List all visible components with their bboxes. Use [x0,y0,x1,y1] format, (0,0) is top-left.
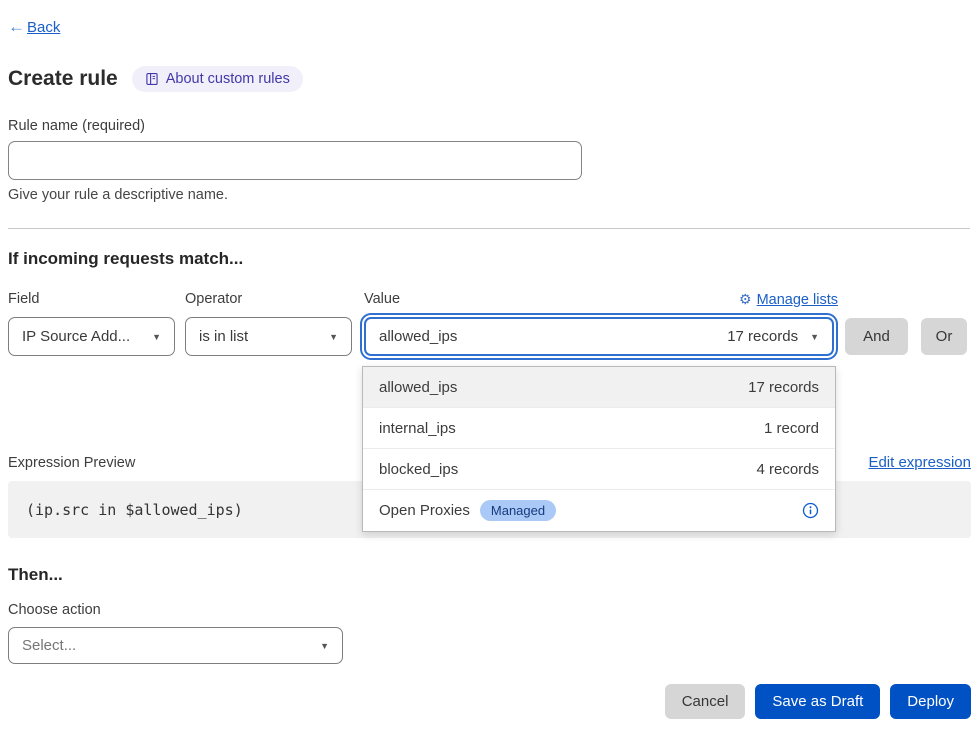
expression-preview-label: Expression Preview [8,455,135,471]
value-select[interactable]: allowed_ips 17 records ▼ [364,317,834,356]
list-item-record-count: 1 record [764,420,819,437]
operator-select-value: is in list [199,328,248,345]
list-item-name: allowed_ips [379,379,457,396]
chevron-down-icon: ▼ [329,332,338,342]
deploy-button[interactable]: Deploy [890,684,971,719]
title-row: Create rule About custom rules [8,66,303,92]
list-item-open-proxies[interactable]: Open Proxies Managed [363,490,835,531]
list-item-record-count: 17 records [748,379,819,396]
section-divider [8,228,970,229]
value-label: Value [364,291,400,307]
then-section-heading: Then... [8,565,63,585]
cancel-button[interactable]: Cancel [665,684,746,719]
rule-name-input[interactable] [8,141,582,180]
action-select[interactable]: Select... ▼ [8,627,343,664]
value-select-records-count: 17 records [727,328,798,345]
list-item-record-count: 4 records [756,461,819,478]
list-item-allowed-ips[interactable]: allowed_ips 17 records [363,367,835,408]
list-item-name: blocked_ips [379,461,458,478]
list-item-name: Open Proxies [379,502,470,519]
field-select-value: IP Source Add... [22,328,130,345]
chevron-down-icon: ▼ [320,641,329,651]
field-select[interactable]: IP Source Add... ▼ [8,317,175,356]
save-as-draft-button[interactable]: Save as Draft [755,684,880,719]
book-icon [145,72,159,86]
create-rule-page: ← Back Create rule About custom rules Ru… [0,0,979,739]
match-section-heading: If incoming requests match... [8,249,243,269]
rule-name-label: Rule name (required) [8,118,145,134]
page-title: Create rule [8,67,118,91]
value-select-value: allowed_ips [379,328,457,345]
field-label: Field [8,291,39,307]
gear-icon: ⚙ [739,291,752,308]
chevron-down-icon: ▼ [152,332,161,342]
about-custom-rules-link[interactable]: About custom rules [132,66,303,92]
edit-expression-link[interactable]: Edit expression [868,454,971,471]
footer-buttons: Cancel Save as Draft Deploy [665,684,971,719]
and-button[interactable]: And [845,318,908,355]
manage-lists-link[interactable]: ⚙ Manage lists [730,291,838,308]
about-badge-label: About custom rules [166,71,290,87]
action-select-placeholder: Select... [22,637,76,654]
list-item-name: internal_ips [379,420,456,437]
rule-name-helper-text: Give your rule a descriptive name. [8,187,228,203]
back-arrow-icon: ← [8,17,25,37]
operator-label: Operator [185,291,242,307]
manage-lists-label: Manage lists [757,292,838,308]
chevron-down-icon: ▼ [810,332,819,342]
choose-action-label: Choose action [8,602,101,618]
back-link[interactable]: ← Back [8,17,60,37]
list-dropdown-menu: allowed_ips 17 records internal_ips 1 re… [362,366,836,532]
list-item-blocked-ips[interactable]: blocked_ips 4 records [363,449,835,490]
list-item-internal-ips[interactable]: internal_ips 1 record [363,408,835,449]
operator-select[interactable]: is in list ▼ [185,317,352,356]
back-link-label: Back [27,19,60,36]
info-icon[interactable] [802,502,819,519]
or-button[interactable]: Or [921,318,967,355]
managed-badge: Managed [480,500,556,521]
expression-code: (ip.src in $allowed_ips) [26,501,243,519]
